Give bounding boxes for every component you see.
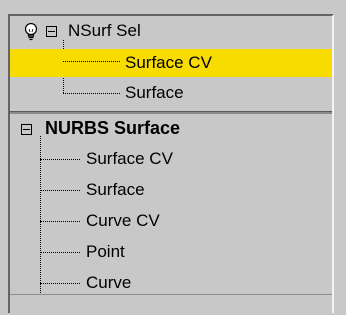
tree-line — [40, 159, 80, 160]
stack-bottom-area — [10, 294, 332, 315]
tree-line — [40, 252, 80, 253]
subobject-label: Surface CV — [125, 53, 212, 72]
subobject-item[interactable]: Point — [10, 238, 332, 266]
subobject-label: Surface — [86, 180, 145, 199]
tree-line — [63, 61, 120, 62]
tree-line — [63, 93, 120, 94]
tree-line — [40, 190, 80, 191]
subobject-label: Surface CV — [86, 149, 173, 168]
nsurf-sel-header[interactable]: NSurf Sel — [10, 17, 332, 45]
subobject-item[interactable]: Surface — [10, 176, 332, 204]
nurbs-surface-group: NURBS Surface Surface CV Surface Curve C… — [10, 114, 332, 314]
nsurf-sel-group: NSurf Sel Surface CV Surface — [10, 16, 332, 111]
modifier-stack-panel: NSurf Sel Surface CV Surface NURBS Surfa… — [8, 14, 334, 315]
subobject-item[interactable]: Surface — [10, 79, 332, 107]
tree-line — [40, 221, 80, 222]
subobject-label: Curve CV — [86, 211, 160, 230]
lightbulb-icon[interactable] — [24, 23, 38, 41]
subobject-item[interactable]: Curve CV — [10, 207, 332, 235]
group-title: NSurf Sel — [68, 21, 141, 40]
collapse-icon[interactable] — [21, 124, 32, 135]
subobject-label: Curve — [86, 273, 132, 292]
group-title: NURBS Surface — [45, 118, 181, 138]
tree-line — [40, 283, 80, 284]
collapse-icon[interactable] — [46, 26, 57, 37]
subobject-item[interactable]: Curve — [10, 269, 332, 297]
subobject-label: Surface — [125, 83, 184, 102]
subobject-item[interactable]: Surface CV — [10, 145, 332, 173]
subobject-label: Point — [86, 242, 125, 261]
subobject-item-selected[interactable]: Surface CV — [10, 49, 332, 77]
nurbs-surface-header[interactable]: NURBS Surface — [10, 114, 332, 142]
